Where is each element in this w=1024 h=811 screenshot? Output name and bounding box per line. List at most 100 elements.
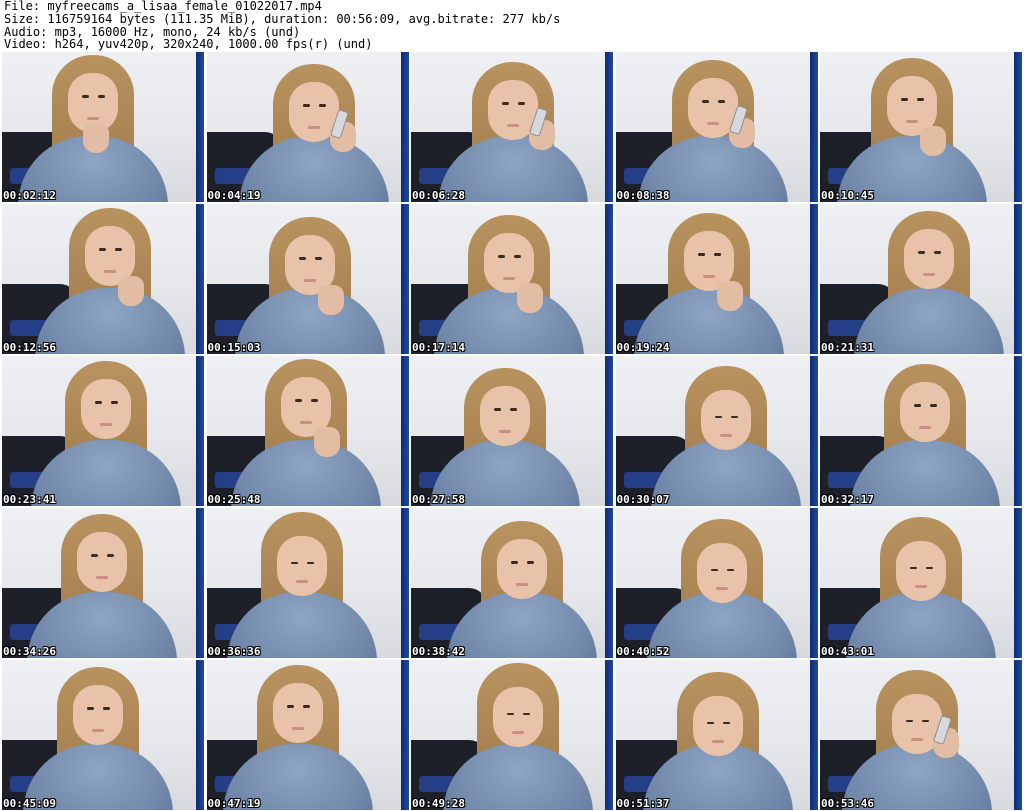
blue-curtain bbox=[400, 660, 409, 810]
mouth-mark bbox=[911, 738, 923, 741]
video-thumbnail: 00:12:56 bbox=[2, 204, 204, 354]
video-thumbnail: 00:23:41 bbox=[2, 356, 204, 506]
eye-mark bbox=[95, 401, 102, 404]
blue-curtain bbox=[400, 52, 409, 202]
thumbnail-timestamp: 00:45:09 bbox=[3, 797, 56, 810]
video-thumbnail: 00:08:38 bbox=[615, 52, 818, 202]
blue-curtain bbox=[196, 356, 204, 506]
eye-mark bbox=[107, 554, 114, 557]
video-thumbnail: 00:34:26 bbox=[2, 508, 204, 658]
video-info-line: Video: h264, yuv420p, 320x240, 1000.00 f… bbox=[4, 37, 373, 52]
face-shape bbox=[493, 687, 543, 747]
eye-mark bbox=[914, 404, 921, 407]
eye-mark bbox=[82, 95, 89, 98]
eye-mark bbox=[722, 722, 730, 724]
hand-shape bbox=[716, 281, 743, 311]
video-thumbnail: 00:21:31 bbox=[820, 204, 1022, 354]
eye-mark bbox=[726, 569, 734, 571]
video-thumbnail: 00:38:42 bbox=[411, 508, 613, 658]
blue-curtain bbox=[605, 204, 613, 354]
blue-curtain bbox=[196, 204, 204, 354]
thumbnail-timestamp: 00:51:37 bbox=[616, 797, 670, 810]
video-thumbnail: 00:30:07 bbox=[615, 356, 818, 506]
face-shape bbox=[896, 541, 946, 601]
eye-mark bbox=[917, 98, 924, 101]
video-thumbnail: 00:04:19 bbox=[206, 52, 409, 202]
file-size-line: Size: 116759164 bytes (111.35 MiB), dura… bbox=[4, 11, 561, 26]
mouth-mark bbox=[499, 430, 511, 433]
video-thumbnail: 00:06:28 bbox=[411, 52, 613, 202]
blue-curtain bbox=[605, 660, 613, 810]
thumbnail-timestamp: 00:40:52 bbox=[616, 645, 670, 658]
eye-mark bbox=[717, 100, 725, 103]
blue-curtain bbox=[809, 508, 818, 658]
eye-mark bbox=[926, 567, 933, 569]
file-info-header: File: myfreecams_a_lisaa_female_01022017… bbox=[0, 0, 1024, 52]
thumbnail-timestamp: 00:12:56 bbox=[3, 341, 56, 354]
eye-mark bbox=[713, 253, 721, 256]
eye-mark bbox=[99, 248, 106, 251]
eye-mark bbox=[103, 707, 110, 710]
thumbnail-grid: 00:02:12 00:04:19 00:06:28 00:08:38 00:10:45… bbox=[2, 52, 1022, 810]
video-thumbnail: 00:40:52 bbox=[615, 508, 818, 658]
video-thumbnail: 00:19:24 bbox=[615, 204, 818, 354]
blue-curtain bbox=[196, 660, 204, 810]
mouth-mark bbox=[706, 122, 719, 125]
eye-mark bbox=[302, 104, 310, 107]
eye-mark bbox=[906, 720, 913, 722]
thumbnail-timestamp: 00:08:38 bbox=[616, 189, 670, 202]
blue-curtain bbox=[1014, 204, 1022, 354]
eye-mark bbox=[302, 705, 310, 708]
eye-mark bbox=[111, 401, 118, 404]
hand-shape bbox=[920, 126, 946, 156]
thumbnail-timestamp: 00:36:36 bbox=[207, 645, 261, 658]
mouth-mark bbox=[92, 729, 104, 732]
blue-curtain bbox=[400, 356, 409, 506]
face-shape bbox=[900, 382, 950, 442]
thumbnail-timestamp: 00:34:26 bbox=[3, 645, 56, 658]
blue-curtain bbox=[1014, 356, 1022, 506]
mouth-mark bbox=[87, 117, 99, 120]
hand-shape bbox=[83, 123, 109, 153]
thumbnail-timestamp: 00:15:03 bbox=[207, 341, 261, 354]
eye-mark bbox=[930, 404, 937, 407]
video-thumbnail: 00:51:37 bbox=[615, 660, 818, 810]
mouth-mark bbox=[303, 279, 316, 282]
eye-mark bbox=[510, 408, 517, 411]
eye-mark bbox=[294, 399, 302, 402]
eye-mark bbox=[314, 257, 322, 260]
face-shape bbox=[692, 696, 743, 756]
hand-shape bbox=[317, 285, 344, 315]
eye-mark bbox=[511, 561, 518, 564]
video-thumbnail: 00:15:03 bbox=[206, 204, 409, 354]
video-thumbnail: 00:32:17 bbox=[820, 356, 1022, 506]
video-thumbnail: 00:27:58 bbox=[411, 356, 613, 506]
eye-mark bbox=[494, 408, 501, 411]
hand-shape bbox=[517, 283, 543, 313]
blue-curtain bbox=[1014, 508, 1022, 658]
thumbnail-timestamp: 00:30:07 bbox=[616, 493, 670, 506]
thumbnail-timestamp: 00:53:46 bbox=[821, 797, 874, 810]
video-thumbnail: 00:47:19 bbox=[206, 660, 409, 810]
blue-curtain bbox=[400, 204, 409, 354]
mouth-mark bbox=[503, 277, 515, 280]
mouth-mark bbox=[715, 587, 728, 590]
blue-curtain bbox=[400, 508, 409, 658]
blue-curtain bbox=[1014, 52, 1022, 202]
eye-mark bbox=[934, 251, 941, 254]
face-shape bbox=[700, 390, 751, 450]
blue-curtain bbox=[809, 204, 818, 354]
eye-mark bbox=[91, 554, 98, 557]
video-thumbnail: 00:49:28 bbox=[411, 660, 613, 810]
blue-curtain bbox=[605, 356, 613, 506]
eye-mark bbox=[286, 705, 294, 708]
video-thumbnail: 00:25:48 bbox=[206, 356, 409, 506]
video-thumbnail: 00:45:09 bbox=[2, 660, 204, 810]
mouth-mark bbox=[291, 727, 304, 730]
thumbnail-timestamp: 00:43:01 bbox=[821, 645, 874, 658]
eye-mark bbox=[318, 104, 326, 107]
mouth-mark bbox=[96, 576, 108, 579]
eye-mark bbox=[527, 561, 534, 564]
thumbnail-timestamp: 00:02:12 bbox=[3, 189, 56, 202]
mouth-mark bbox=[299, 421, 312, 424]
